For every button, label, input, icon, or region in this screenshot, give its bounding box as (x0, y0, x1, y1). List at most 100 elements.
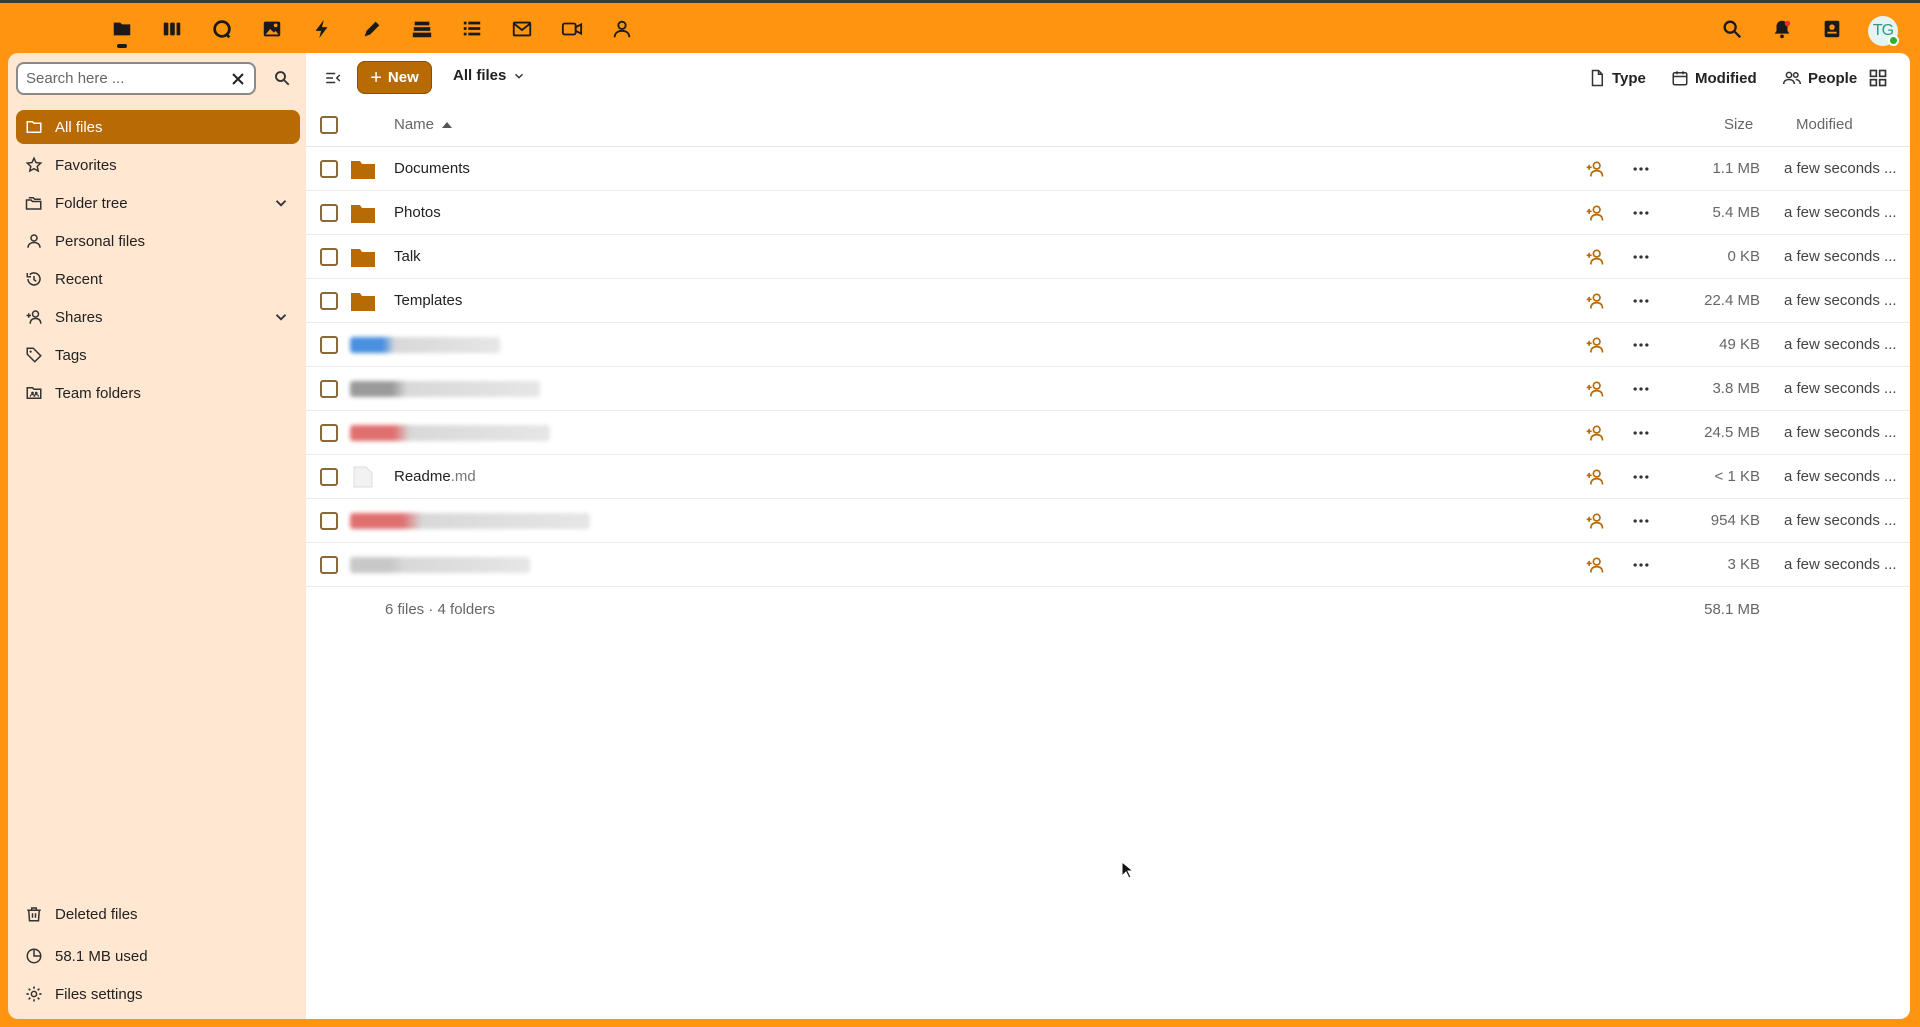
file-name[interactable]: Templates (394, 292, 462, 309)
share-icon[interactable] (1584, 202, 1606, 224)
deck-app-icon[interactable] (410, 17, 434, 41)
trash-icon (24, 904, 44, 924)
file-name[interactable]: Photos (394, 204, 441, 221)
folder-icon (350, 158, 376, 180)
share-icon[interactable] (1584, 554, 1606, 576)
breadcrumb-all-files[interactable]: All files (453, 67, 526, 84)
folder-icon (24, 117, 44, 137)
file-size: 49 KB (1719, 336, 1760, 353)
select-all-checkbox[interactable] (320, 116, 338, 134)
row-checkbox[interactable] (320, 248, 338, 266)
tasks-app-icon[interactable] (460, 17, 484, 41)
file-icon (350, 466, 376, 488)
file-size: 24.5 MB (1704, 424, 1760, 441)
talk-app-icon[interactable] (210, 17, 234, 41)
sidebar-item-personal-files[interactable]: Personal files (16, 224, 300, 258)
sidebar-item-label: Favorites (55, 156, 117, 174)
toggle-sidebar-icon[interactable] (321, 66, 345, 90)
table-row[interactable]: Photos 5.4 MB a few seconds ... (306, 191, 1910, 235)
share-icon[interactable] (1584, 290, 1606, 312)
search-input[interactable] (26, 70, 226, 87)
clear-search-icon[interactable] (228, 69, 248, 89)
sidebar-item-deleted-files[interactable]: Deleted files (16, 897, 300, 931)
blurred-file-name[interactable] (350, 513, 590, 529)
filter-people-button[interactable]: People (1782, 66, 1857, 90)
activity-app-icon[interactable] (310, 17, 334, 41)
table-row[interactable]: 3 KB a few seconds ... (306, 543, 1910, 587)
notifications-bell-icon[interactable] (1770, 17, 1794, 41)
share-icon[interactable] (1584, 378, 1606, 400)
blurred-file-name[interactable] (350, 381, 540, 397)
file-name[interactable]: Talk (394, 248, 421, 265)
search-icon[interactable] (270, 66, 294, 90)
unified-search-icon[interactable] (1720, 17, 1744, 41)
file-modified: a few seconds ... (1784, 336, 1897, 353)
column-header-modified[interactable]: Modified (1796, 116, 1853, 133)
table-row[interactable]: 49 KB a few seconds ... (306, 323, 1910, 367)
video-app-icon[interactable] (560, 17, 584, 41)
row-checkbox[interactable] (320, 468, 338, 486)
filter-modified-button[interactable]: Modified (1671, 66, 1757, 90)
row-checkbox[interactable] (320, 512, 338, 530)
grid-view-icon[interactable] (1866, 66, 1890, 90)
mail-app-icon[interactable] (510, 17, 534, 41)
files-app-icon[interactable] (110, 17, 134, 41)
share-icon (24, 307, 44, 327)
blurred-file-name[interactable] (350, 337, 500, 353)
row-checkbox[interactable] (320, 556, 338, 574)
row-checkbox[interactable] (320, 160, 338, 178)
file-size: < 1 KB (1714, 468, 1760, 485)
column-header-name[interactable]: Name (394, 116, 453, 133)
row-checkbox[interactable] (320, 336, 338, 354)
share-icon[interactable] (1584, 246, 1606, 268)
table-row[interactable]: 24.5 MB a few seconds ... (306, 411, 1910, 455)
row-checkbox[interactable] (320, 292, 338, 310)
star-icon (24, 155, 44, 175)
sidebar-item-tags[interactable]: Tags (16, 338, 300, 372)
table-row[interactable]: Talk 0 KB a few seconds ... (306, 235, 1910, 279)
row-checkbox[interactable] (320, 424, 338, 442)
file-name[interactable]: Documents (394, 160, 470, 177)
file-size: 5.4 MB (1712, 204, 1760, 221)
photos-app-icon[interactable] (260, 17, 284, 41)
sidebar-item-label: Deleted files (55, 905, 138, 923)
team-folder-icon (24, 383, 44, 403)
table-row[interactable]: Documents 1.1 MB a few seconds ... (306, 147, 1910, 191)
contacts-app-icon[interactable] (610, 17, 634, 41)
table-row[interactable]: Readme.md < 1 KB a few seconds ... (306, 455, 1910, 499)
contacts-menu-icon[interactable] (1820, 17, 1844, 41)
share-icon[interactable] (1584, 334, 1606, 356)
table-row[interactable]: 3.8 MB a few seconds ... (306, 367, 1910, 411)
sidebar-item-all-files[interactable]: All files (16, 110, 300, 144)
blurred-file-name[interactable] (350, 557, 530, 573)
row-checkbox[interactable] (320, 204, 338, 222)
notes-app-icon[interactable] (360, 17, 384, 41)
table-row[interactable]: Templates 22.4 MB a few seconds ... (306, 279, 1910, 323)
chevron-down-icon[interactable] (272, 308, 290, 326)
folder-icon (350, 290, 376, 312)
dashboard-app-icon[interactable] (160, 17, 184, 41)
share-icon[interactable] (1584, 466, 1606, 488)
filter-type-button[interactable]: Type (1588, 66, 1646, 90)
new-button[interactable]: + New (357, 61, 432, 94)
chevron-down-icon[interactable] (272, 194, 290, 212)
sidebar-item-label: Tags (55, 346, 87, 364)
sidebar-item-files-settings[interactable]: Files settings (16, 977, 300, 1011)
sidebar-item-recent[interactable]: Recent (16, 262, 300, 296)
share-icon[interactable] (1584, 158, 1606, 180)
files-navigation-sidebar: All files Favorites Folder tree Personal… (8, 53, 306, 1019)
blurred-file-name[interactable] (350, 425, 550, 441)
top-bar: TG (0, 0, 1920, 52)
sidebar-item-shares[interactable]: Shares (16, 300, 300, 334)
row-checkbox[interactable] (320, 380, 338, 398)
calendar-icon (1672, 71, 1688, 86)
share-icon[interactable] (1584, 510, 1606, 532)
column-header-size[interactable]: Size (1724, 116, 1753, 133)
table-row[interactable]: 954 KB a few seconds ... (306, 499, 1910, 543)
share-icon[interactable] (1584, 422, 1606, 444)
sidebar-item-team-folders[interactable]: Team folders (16, 376, 300, 410)
file-name[interactable]: Readme.md (394, 468, 476, 485)
sidebar-item-folder-tree[interactable]: Folder tree (16, 186, 300, 220)
sidebar-item-favorites[interactable]: Favorites (16, 148, 300, 182)
gear-icon (24, 984, 44, 1004)
